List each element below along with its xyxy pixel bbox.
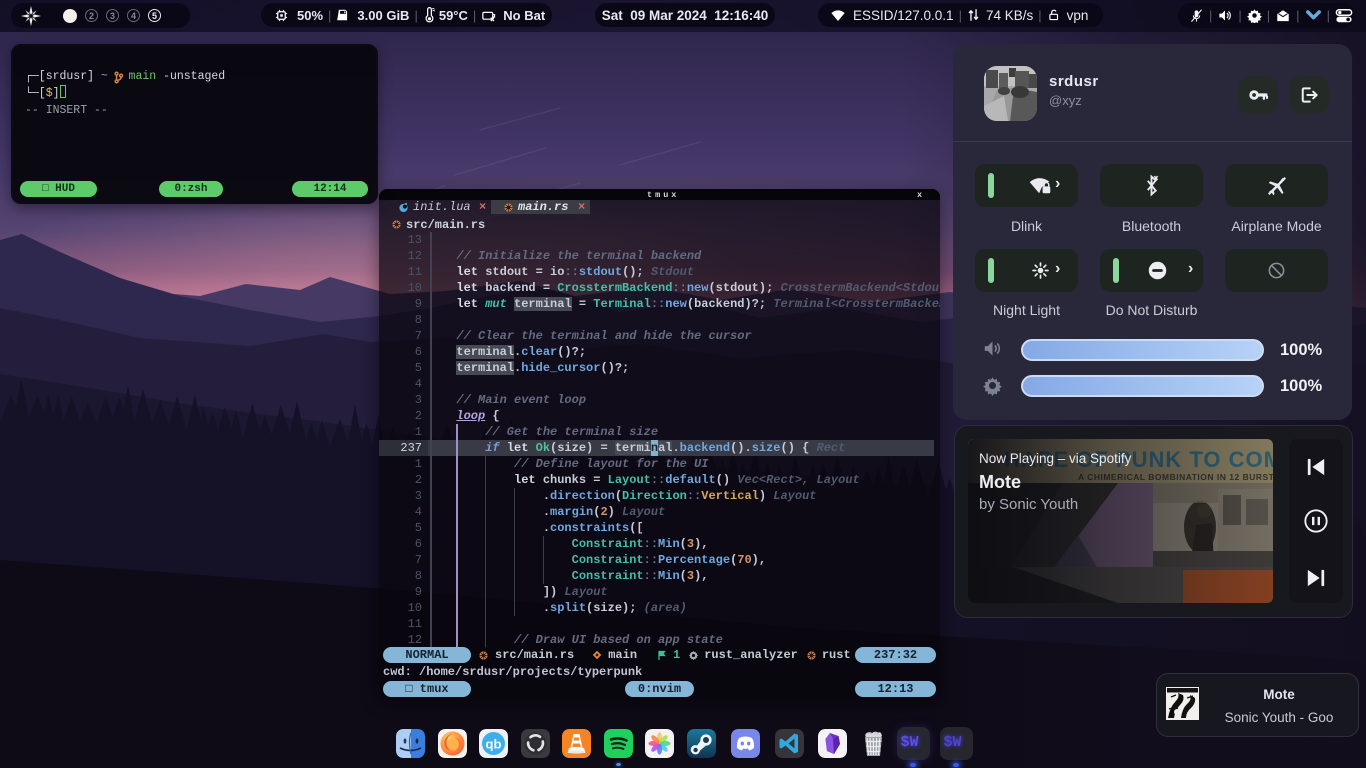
- svg-text:qb: qb: [486, 737, 502, 752]
